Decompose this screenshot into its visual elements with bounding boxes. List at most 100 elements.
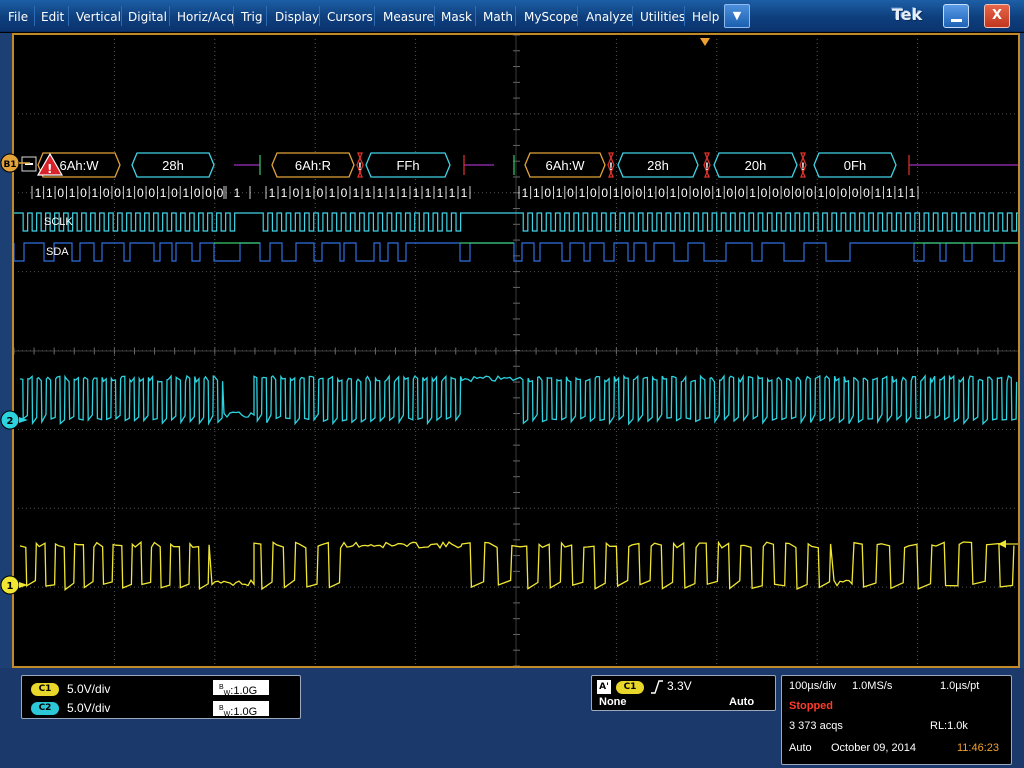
acquisition-mode[interactable]: Auto <box>789 742 812 754</box>
graticule-grid <box>14 35 1018 666</box>
ch1-scale[interactable]: 5.0V/div <box>67 682 110 696</box>
menu-analyze[interactable]: Analyze <box>586 9 633 25</box>
bit-value: 1 <box>897 186 904 200</box>
bus-packet-label: 28h <box>647 158 669 173</box>
bit-value: 1 <box>909 186 916 200</box>
menu-digital[interactable]: Digital <box>128 9 167 25</box>
bus-packet-label: 0Fh <box>844 158 866 173</box>
bit-value: 0 <box>590 186 597 200</box>
menu-horiz-acq[interactable]: Horiz/Acq <box>177 9 234 25</box>
bit-value: 0 <box>567 186 574 200</box>
bus-packet-label: ! <box>609 161 613 173</box>
bit-value: 1 <box>556 186 563 200</box>
resolution[interactable]: 1.0µs/pt <box>940 680 979 692</box>
bit-value: 0 <box>148 186 155 200</box>
bus-packet-label: 28h <box>162 158 184 173</box>
trigger-panel[interactable]: A' C1 3.3V None Auto <box>591 675 776 711</box>
bit-value: 1 <box>613 186 620 200</box>
menu-separator <box>121 6 122 26</box>
rising-edge-icon <box>651 680 663 694</box>
channel-scale-panel[interactable]: C1 5.0V/div BW:1.0G C2 5.0V/div BW:1.0G <box>21 675 301 719</box>
bus-packet-label: 6Ah:W <box>545 158 585 173</box>
bit-value: 0 <box>727 186 734 200</box>
svg-text:2: 2 <box>7 416 14 427</box>
bit-value: 0 <box>795 186 802 200</box>
bus-decode-row: 6Ah:W 28h 6Ah:R! FFh 6Ah:W! 28h! 20h! 0Fh <box>37 152 1018 178</box>
trigger-level[interactable]: 3.3V <box>667 679 692 693</box>
menu-file[interactable]: File <box>8 9 28 25</box>
menu-separator <box>475 6 476 26</box>
ch1-bandwidth[interactable]: BW:1.0G <box>213 680 269 697</box>
bit-value: 1 <box>160 186 167 200</box>
acquisition-panel[interactable]: 100µs/div 1.0MS/s 1.0µs/pt Stopped 3 373… <box>781 675 1012 765</box>
bit-value: 0 <box>704 186 711 200</box>
bit-value: 1 <box>269 186 276 200</box>
bit-value: 0 <box>840 186 847 200</box>
menu-help[interactable]: Help <box>692 9 719 25</box>
menu-trig[interactable]: Trig <box>241 9 262 25</box>
trigger-source-badge[interactable]: C1 <box>616 681 644 694</box>
record-length[interactable]: RL:1.0k <box>930 720 968 732</box>
menu-separator <box>266 6 267 26</box>
waveform-display[interactable]: 6Ah:W 28h 6Ah:R! FFh 6Ah:W! 28h! 20h! 0Fh 11010… <box>12 33 1020 668</box>
timebase[interactable]: 100µs/div <box>789 680 836 692</box>
bit-value: 0 <box>761 186 768 200</box>
menu-separator <box>684 6 685 26</box>
chevron-down-icon[interactable]: ▼ <box>724 4 750 28</box>
tek-logo: Tek <box>892 5 923 24</box>
acquisition-date: October 09, 2014 <box>831 742 917 754</box>
ch2-badge[interactable]: C2 <box>31 702 59 715</box>
menu-vertical[interactable]: Vertical <box>76 9 121 25</box>
bit-value: 1 <box>461 186 468 200</box>
ch2-bandwidth[interactable]: BW:1.0G <box>213 701 269 718</box>
bit-value: 0 <box>772 186 779 200</box>
bit-value: 1 <box>522 186 529 200</box>
bit-value: 0 <box>692 186 699 200</box>
bit-value: 0 <box>317 186 324 200</box>
menu-bar: File Edit Vertical Digital Horiz/Acq Tri… <box>0 0 1024 32</box>
ch1-waveform <box>19 540 1015 591</box>
bus-packet-label: 6Ah:R <box>295 158 331 173</box>
bit-value: 1 <box>437 186 444 200</box>
trigger-mode[interactable]: Auto <box>729 696 754 708</box>
menu-edit[interactable]: Edit <box>41 9 64 25</box>
bit-value: 1 <box>69 186 76 200</box>
minimize-icon[interactable] <box>943 4 969 28</box>
bit-value: 1 <box>126 186 133 200</box>
bit-value: 1 <box>377 186 384 200</box>
bit-value: 0 <box>544 186 551 200</box>
ch2-marker[interactable]: 2 <box>0 410 28 430</box>
sample-rate[interactable]: 1.0MS/s <box>852 680 892 692</box>
menu-separator <box>515 6 516 26</box>
bit-value: 1 <box>329 186 336 200</box>
bit-value: 1 <box>533 186 540 200</box>
menu-separator <box>68 6 69 26</box>
menu-math[interactable]: Math <box>483 9 513 25</box>
bit-value: 1 <box>670 186 677 200</box>
bit-value: 0 <box>80 186 87 200</box>
close-button[interactable]: X <box>984 4 1010 28</box>
bit-value: 0 <box>863 186 870 200</box>
bit-value: 1 <box>886 186 893 200</box>
menu-mask[interactable]: Mask <box>441 9 472 25</box>
menu-measure[interactable]: Measure <box>383 9 434 25</box>
menu-display[interactable]: Display <box>275 9 319 25</box>
bit-value: 1 <box>353 186 360 200</box>
ch1-badge[interactable]: C1 <box>31 683 59 696</box>
bit-value: 0 <box>293 186 300 200</box>
bus-packet-label: ! <box>705 161 709 173</box>
bit-value: 0 <box>635 186 642 200</box>
menu-utilities[interactable]: Utilities <box>640 9 685 25</box>
bit-value: 0 <box>194 186 201 200</box>
bit-value: 1 <box>749 186 756 200</box>
menu-myscope[interactable]: MyScope <box>524 9 578 25</box>
bit-value: 1 <box>579 186 586 200</box>
bus-marker[interactable]: B1 <box>0 153 30 173</box>
bit-value: 1 <box>413 186 420 200</box>
menu-separator <box>169 6 170 26</box>
ch1-marker[interactable]: 1 <box>0 575 28 595</box>
acquisition-state[interactable]: Stopped <box>789 700 833 712</box>
ch2-scale[interactable]: 5.0V/div <box>67 701 110 715</box>
menu-cursors[interactable]: Cursors <box>327 9 373 25</box>
trigger-position-icon[interactable] <box>700 38 710 46</box>
